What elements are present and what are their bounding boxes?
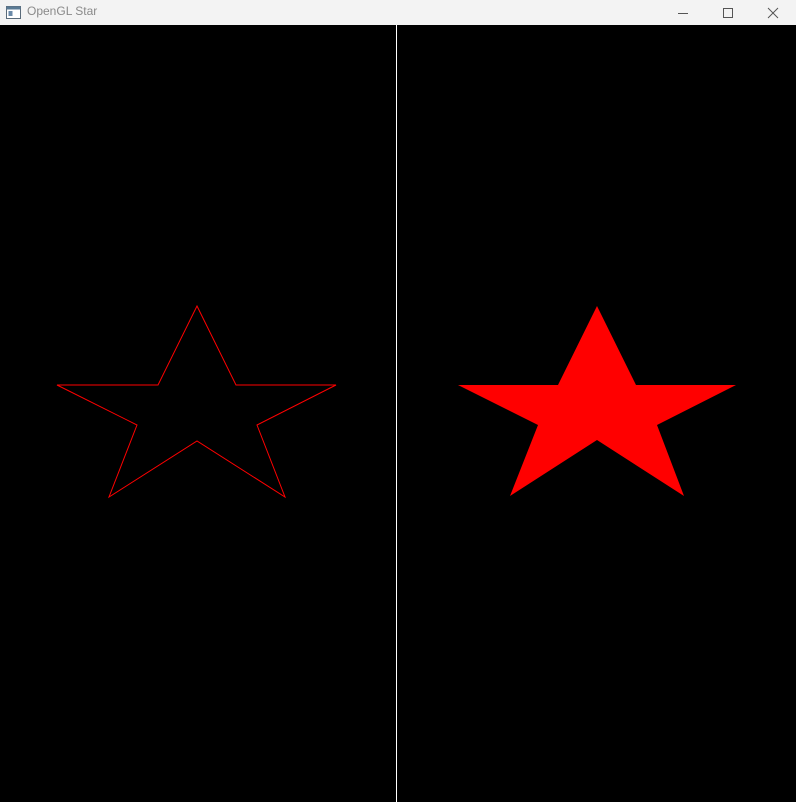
opengl-viewport[interactable] xyxy=(0,25,796,802)
app-window: OpenGL Star xyxy=(0,0,796,802)
close-icon xyxy=(767,7,779,18)
app-window-icon xyxy=(6,6,21,19)
title-bar[interactable]: OpenGL Star xyxy=(0,0,796,25)
panel-divider xyxy=(396,25,397,802)
minimize-icon xyxy=(678,12,688,14)
star-outline xyxy=(56,304,337,499)
maximize-button[interactable] xyxy=(705,0,751,25)
minimize-button[interactable] xyxy=(660,0,706,25)
maximize-icon xyxy=(723,7,733,18)
close-button[interactable] xyxy=(750,0,796,25)
window-title: OpenGL Star xyxy=(27,4,98,18)
star-filled xyxy=(458,306,736,496)
star-canvas xyxy=(56,304,736,499)
